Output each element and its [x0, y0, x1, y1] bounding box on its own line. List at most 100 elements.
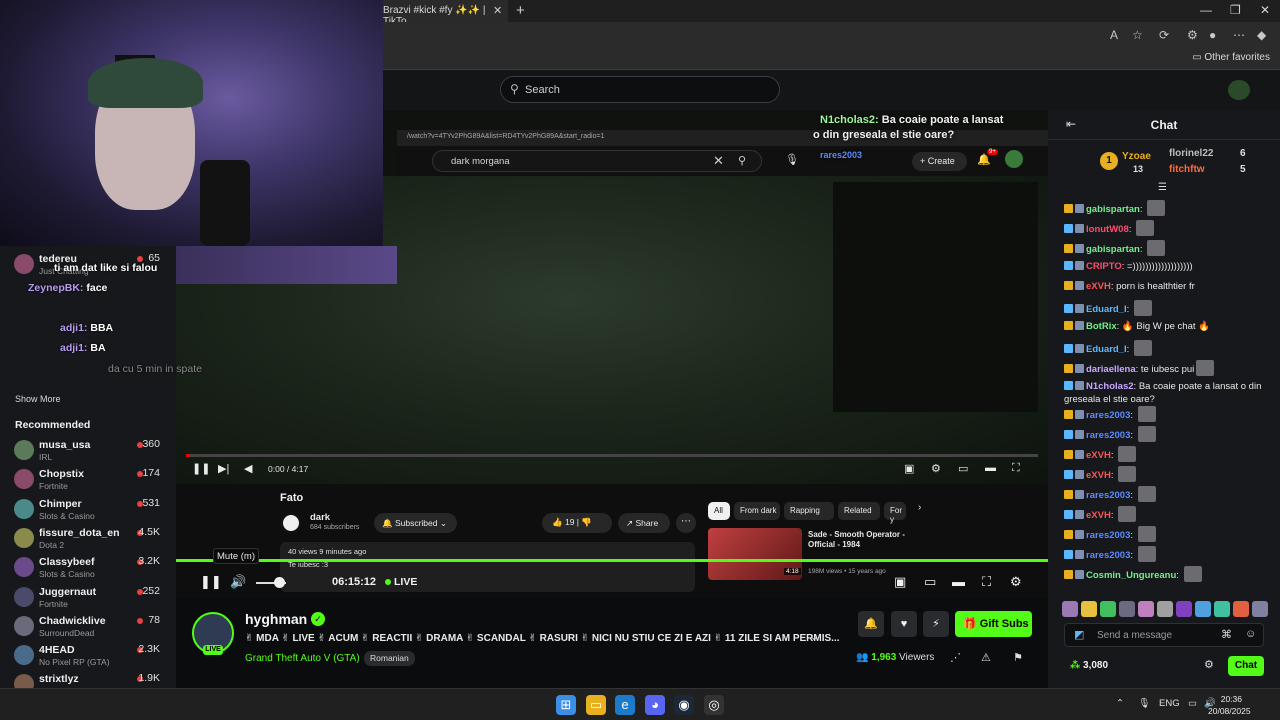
restore-icon[interactable]: ❐ — [1230, 3, 1241, 17]
expand-gifters-icon[interactable]: ☰ — [1158, 182, 1167, 193]
emote-icon[interactable] — [1214, 601, 1230, 617]
language-indicator[interactable]: ENG — [1159, 698, 1180, 709]
cast-icon[interactable]: ▭ — [924, 574, 936, 590]
more-menu-icon[interactable]: ⋯ — [1233, 28, 1245, 42]
chat-message[interactable]: lonutW08: — [1064, 220, 1276, 236]
chat-username[interactable]: eXVH — [1086, 281, 1111, 292]
browser-tab[interactable]: Brazvi #kick #fy ✨✨ | TikTo ✕ — [383, 0, 508, 27]
profile-icon[interactable]: ● — [1209, 28, 1216, 42]
file-explorer-icon[interactable]: ▭ — [586, 695, 606, 715]
chat-message[interactable]: dariaellena: te iubesc pui — [1064, 360, 1276, 376]
emote-icon[interactable] — [1119, 601, 1135, 617]
chat-message[interactable]: gabispartan: — [1064, 200, 1276, 216]
recommended-channel[interactable]: Chadwicklive SurroundDead 78 — [0, 612, 176, 642]
chat-message[interactable]: rares2003: — [1064, 406, 1276, 422]
read-aloud-icon[interactable]: A — [1110, 28, 1118, 42]
clip-icon[interactable]: ▣ — [894, 574, 906, 590]
chat-message[interactable]: rares2003: — [1064, 426, 1276, 442]
chat-message[interactable]: eXVH: — [1064, 446, 1276, 462]
language-tag[interactable]: Romanian — [364, 651, 415, 666]
chat-send-button[interactable]: Chat — [1228, 656, 1264, 676]
chat-message[interactable]: BotRix: 🔥 Big W pe chat 🔥 — [1064, 320, 1276, 333]
share-icon[interactable]: ⋰ — [950, 651, 961, 664]
chat-message[interactable]: Cosmin_Ungureanu: — [1064, 566, 1276, 582]
favorite-star-icon[interactable]: ☆ — [1132, 28, 1143, 42]
chat-username[interactable]: Eduard_I — [1086, 344, 1127, 355]
copilot-icon[interactable]: ◆ — [1257, 28, 1266, 42]
notification-bell-button[interactable]: 🔔 — [858, 611, 884, 637]
user-menu-icon[interactable]: ⚑ — [1013, 651, 1023, 664]
chat-username[interactable]: gabispartan — [1086, 244, 1140, 255]
chat-message[interactable]: CRIPTO: =))))))))))))))))))) — [1064, 260, 1276, 273]
user-avatar[interactable] — [1228, 80, 1250, 100]
recommended-channel[interactable]: Chimper Slots & Casino 531 — [0, 495, 176, 525]
new-tab-icon[interactable]: + — [516, 2, 525, 19]
chat-username[interactable]: eXVH — [1086, 470, 1111, 481]
chat-username[interactable]: rares2003 — [1086, 530, 1130, 541]
clock[interactable]: 20:36 20/08/2025 — [1208, 693, 1251, 717]
emote-icon[interactable] — [1157, 601, 1173, 617]
emoji-icon[interactable]: ☺ — [1245, 628, 1256, 640]
emote-icon[interactable] — [1100, 601, 1116, 617]
start-icon[interactable]: ⊞ — [556, 695, 576, 715]
theater-mode-icon[interactable]: ▬ — [952, 574, 965, 589]
chat-message[interactable]: rares2003: — [1064, 486, 1276, 502]
fullscreen-icon[interactable]: ⛶ — [982, 574, 991, 590]
chat-message[interactable]: eXVH: porn is healthtier fr — [1064, 280, 1276, 293]
tray-mic-icon[interactable]: 🎙 — [1138, 698, 1150, 709]
chat-username[interactable]: Eduard_I — [1086, 304, 1127, 315]
chat-username[interactable]: rares2003 — [1086, 550, 1130, 561]
chat-message[interactable]: eXVH: — [1064, 506, 1276, 522]
recommended-channel[interactable]: 4HEAD No Pixel RP (GTA) 2.3K — [0, 641, 176, 671]
address-bar[interactable]: A ☆ ⟳ ⚙ ● ⋯ ◆ — [383, 22, 1280, 48]
chat-message[interactable]: Eduard_I: — [1064, 340, 1276, 356]
pause-button[interactable]: ❚❚ — [200, 574, 222, 590]
chat-input[interactable]: ◩ Send a message ⌘ ☺ — [1064, 623, 1264, 647]
chat-message[interactable]: rares2003: — [1064, 526, 1276, 542]
chat-username[interactable]: rares2003 — [1086, 430, 1130, 441]
refresh-icon[interactable]: ⟳ — [1159, 28, 1169, 42]
gift-subs-button[interactable]: 🎁 Gift Subs — [955, 611, 1032, 637]
boost-button[interactable]: ⚡ — [923, 611, 949, 637]
network-icon[interactable]: ▭ — [1188, 698, 1197, 709]
chat-message[interactable]: eXVH: — [1064, 466, 1276, 482]
emote-icon[interactable] — [1081, 601, 1097, 617]
chat-username[interactable]: gabispartan — [1086, 204, 1140, 215]
discord-icon[interactable]: ◕ — [645, 695, 665, 715]
chat-settings-icon[interactable]: ⚙ — [1204, 658, 1214, 671]
emote-icon[interactable] — [1138, 601, 1154, 617]
chat-message[interactable]: gabispartan: — [1064, 240, 1276, 256]
steam-icon[interactable]: ◉ — [674, 695, 694, 715]
chat-message[interactable]: N1cholas2: Ba coaie poate a lansat o din… — [1064, 380, 1276, 406]
recommended-channel[interactable]: Juggernaut Fortnite 252 — [0, 583, 176, 613]
chat-username[interactable]: rares2003 — [1086, 410, 1130, 421]
stream-category[interactable]: Grand Theft Auto V (GTA) — [245, 653, 360, 664]
edge-icon[interactable]: e — [615, 695, 635, 715]
volume-button[interactable]: 🔊 — [230, 574, 246, 590]
emote-icon[interactable] — [1176, 601, 1192, 617]
chat-username[interactable]: N1cholas2 — [1086, 381, 1134, 392]
chat-username[interactable]: eXVH — [1086, 510, 1111, 521]
chat-username[interactable]: rares2003 — [1086, 490, 1130, 501]
recommended-channel[interactable]: fissure_dota_en Dota 2 4.5K — [0, 524, 176, 554]
recommended-channel[interactable]: Classybeef Slots & Casino 3.2K — [0, 553, 176, 583]
kick-progress-bar[interactable] — [176, 559, 1048, 562]
emote-icon[interactable] — [1062, 601, 1078, 617]
chat-message[interactable]: rares2003: — [1064, 546, 1276, 562]
search-input[interactable]: ⚲ Search — [500, 76, 780, 103]
tray-chevron-icon[interactable]: ⌃ — [1116, 698, 1124, 709]
emote-icon[interactable] — [1233, 601, 1249, 617]
minimize-icon[interactable]: — — [1200, 3, 1212, 17]
commands-icon[interactable]: ⌘ — [1221, 628, 1232, 641]
channel-points[interactable]: ⁂ 3,080 — [1070, 660, 1108, 671]
gifter-name[interactable]: Yzoae — [1122, 151, 1151, 162]
emote-icon[interactable] — [1252, 601, 1268, 617]
chat-username[interactable]: Cosmin_Ungureanu — [1086, 570, 1176, 581]
chat-message[interactable]: Eduard_I: — [1064, 300, 1276, 316]
close-tab-icon[interactable]: ✕ — [493, 4, 502, 17]
other-favorites[interactable]: ▭ Other favorites — [1192, 52, 1270, 63]
recommended-channel[interactable]: Chopstix Fortnite 174 — [0, 465, 176, 495]
close-window-icon[interactable]: ✕ — [1260, 3, 1270, 17]
report-icon[interactable]: ⚠ — [981, 651, 991, 664]
chat-username[interactable]: CRIPTO — [1086, 261, 1122, 272]
